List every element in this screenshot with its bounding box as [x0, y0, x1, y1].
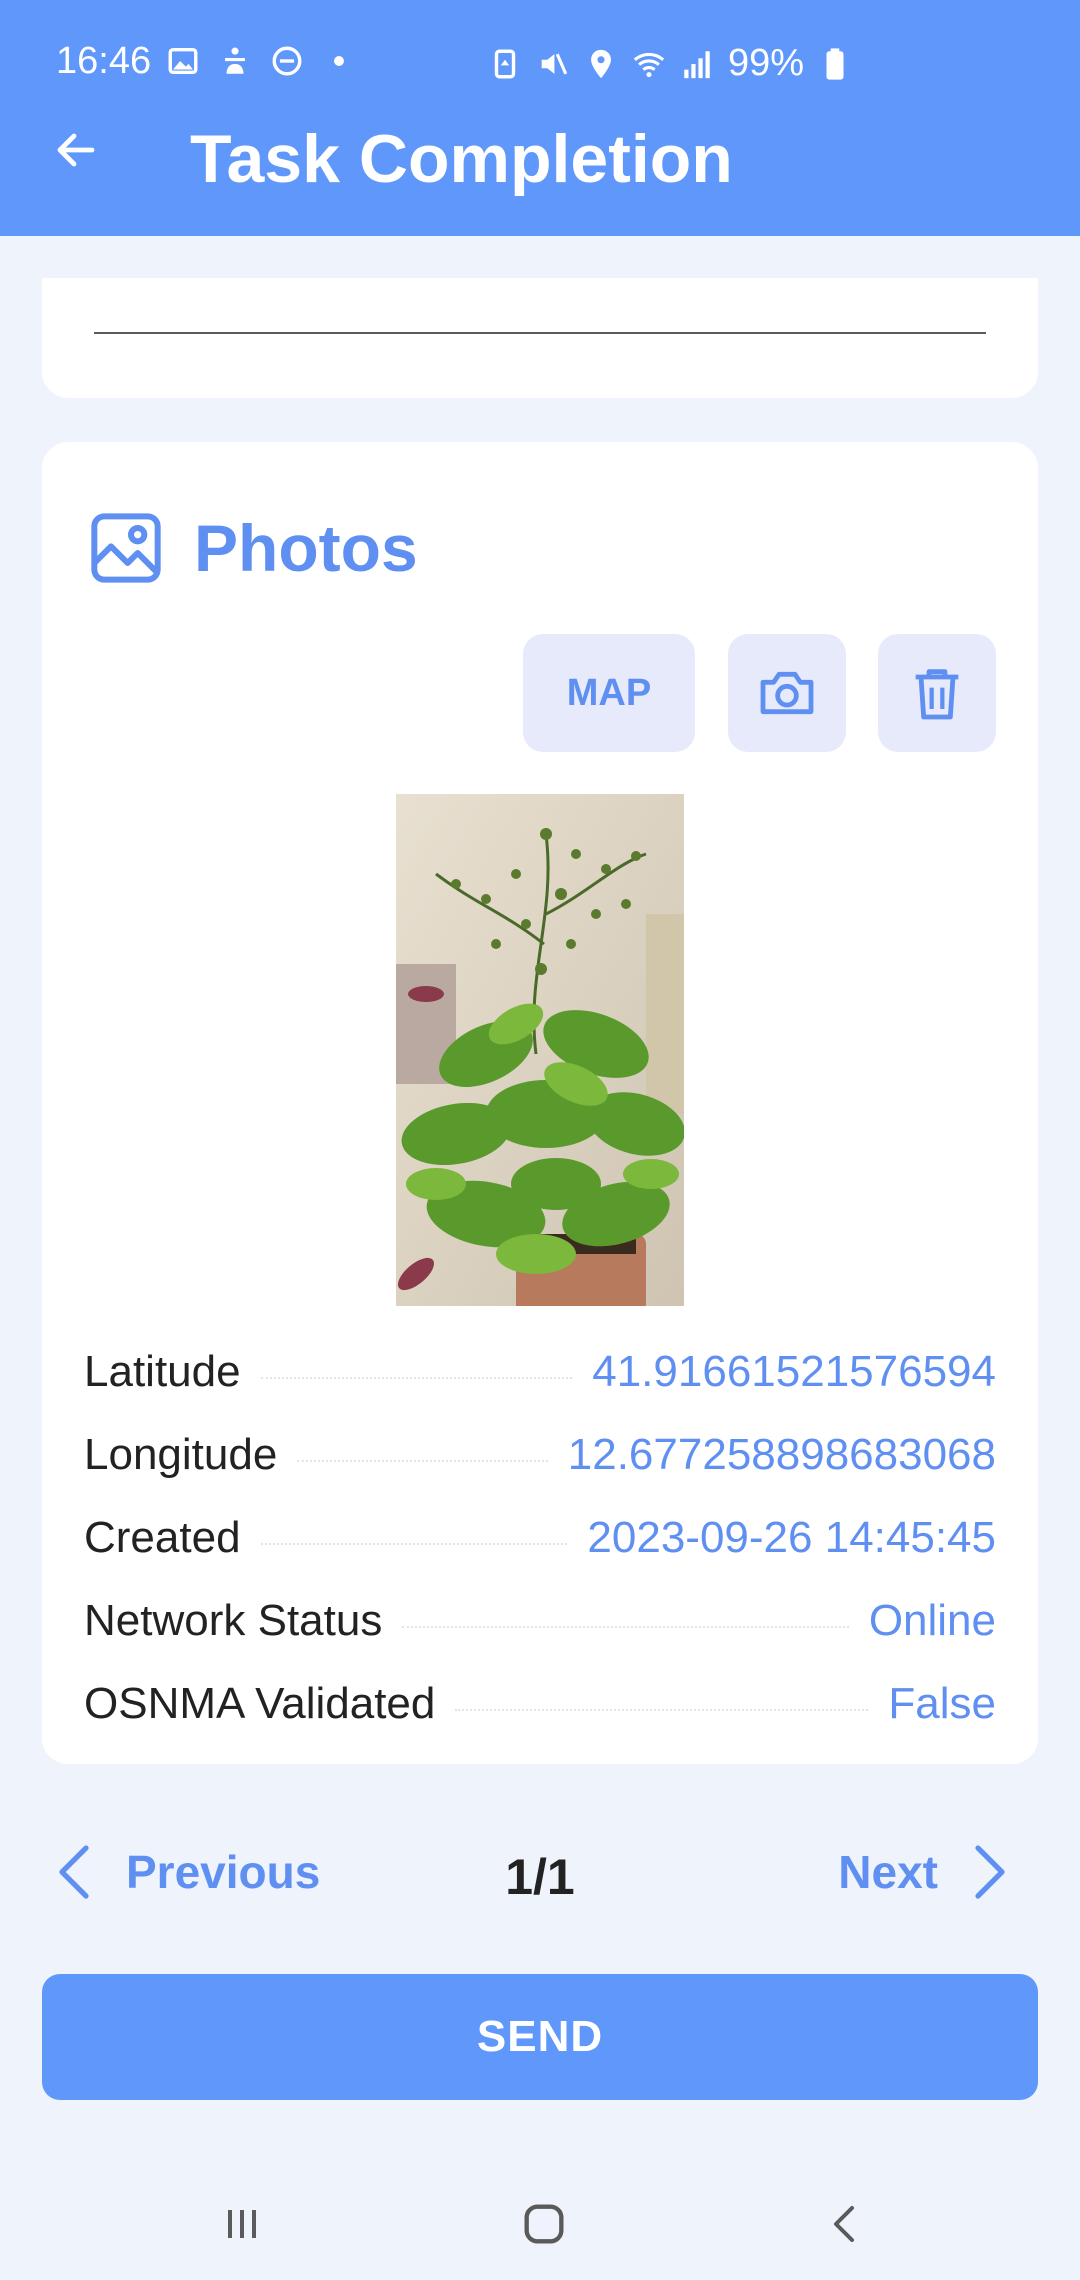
arrow-left-icon	[57, 133, 95, 167]
back-chevron-icon	[834, 2206, 854, 2242]
recent-apps-icon	[228, 2210, 256, 2238]
photos-title: Photos	[194, 511, 418, 585]
status-notification-icons	[166, 44, 356, 78]
osnma-validated-value: False	[888, 1679, 996, 1728]
status-system-icons: 99%	[488, 42, 852, 85]
next-label: Next	[838, 1846, 938, 1898]
send-button-label: SEND	[476, 2012, 604, 2061]
camera-icon	[760, 671, 814, 715]
network-status-row: Network Status Online	[84, 1591, 996, 1651]
status-bar: 16:46 99%	[0, 30, 1080, 100]
delete-button[interactable]	[878, 634, 996, 752]
map-button[interactable]: MAP	[523, 634, 695, 752]
battery-percent: 99%	[728, 42, 805, 84]
dotted-leader	[402, 1626, 849, 1628]
osnma-validated-label: OSNMA Validated	[84, 1679, 436, 1728]
photos-heading: Photos	[86, 508, 418, 588]
dotted-leader	[297, 1460, 548, 1462]
signal-icon	[684, 50, 710, 78]
photos-card: Photos MAP Latitude 41.91661521576594 Lo…	[42, 442, 1038, 1764]
longitude-row: Longitude 12.677258898683068	[84, 1425, 996, 1485]
chevron-right-icon	[975, 1845, 1005, 1899]
accessibility-icon	[225, 47, 245, 74]
photo-pager: Previous 1/1 Next	[0, 1832, 1080, 1912]
longitude-label: Longitude	[84, 1430, 278, 1479]
battery-icon	[826, 47, 844, 80]
wifi-icon	[633, 52, 665, 77]
home-button[interactable]	[514, 2194, 574, 2254]
task-completion-screen: 16:46 99% Task Completion Photos MAP Lat…	[0, 0, 1080, 2280]
created-value: 2023-09-26 14:45:45	[587, 1513, 996, 1562]
next-button[interactable]: Next	[838, 1840, 1014, 1904]
do-not-disturb-icon	[272, 46, 302, 76]
map-button-label: MAP	[566, 671, 652, 714]
latitude-value: 41.91661521576594	[592, 1347, 996, 1396]
mute-icon	[541, 52, 568, 75]
recent-apps-button[interactable]	[212, 2194, 272, 2254]
dotted-leader	[455, 1709, 869, 1711]
photo-thumbnail[interactable]	[396, 794, 684, 1306]
latitude-label: Latitude	[84, 1347, 241, 1396]
plant-photo	[396, 794, 684, 1306]
location-icon	[591, 49, 611, 78]
osnma-validated-row: OSNMA Validated False	[84, 1674, 996, 1734]
dotted-leader	[260, 1543, 568, 1545]
battery-saver-icon	[494, 49, 516, 78]
network-status-label: Network Status	[84, 1596, 383, 1645]
home-icon	[524, 2204, 564, 2244]
network-status-value: Online	[868, 1596, 996, 1645]
send-button[interactable]: SEND	[42, 1974, 1038, 2100]
latitude-row: Latitude 41.91661521576594	[84, 1342, 996, 1402]
gallery-icon	[168, 47, 198, 75]
created-label: Created	[84, 1513, 241, 1562]
back-button[interactable]	[44, 118, 108, 182]
text-input-underline[interactable]	[94, 332, 986, 334]
system-nav-bar	[0, 2160, 1080, 2280]
dotted-leader	[260, 1377, 573, 1379]
page-title: Task Completion	[190, 121, 733, 197]
longitude-value: 12.677258898683068	[567, 1430, 996, 1479]
created-row: Created 2023-09-26 14:45:45	[84, 1508, 996, 1568]
image-icon	[91, 513, 161, 583]
scroll-gap	[0, 236, 1080, 278]
app-header: 16:46 99% Task Completion	[0, 0, 1080, 236]
system-back-button[interactable]	[816, 2194, 876, 2254]
trash-icon	[915, 669, 959, 720]
status-time: 16:46	[56, 40, 152, 82]
more-notifications-dot-icon	[334, 56, 344, 66]
camera-button[interactable]	[728, 634, 846, 752]
